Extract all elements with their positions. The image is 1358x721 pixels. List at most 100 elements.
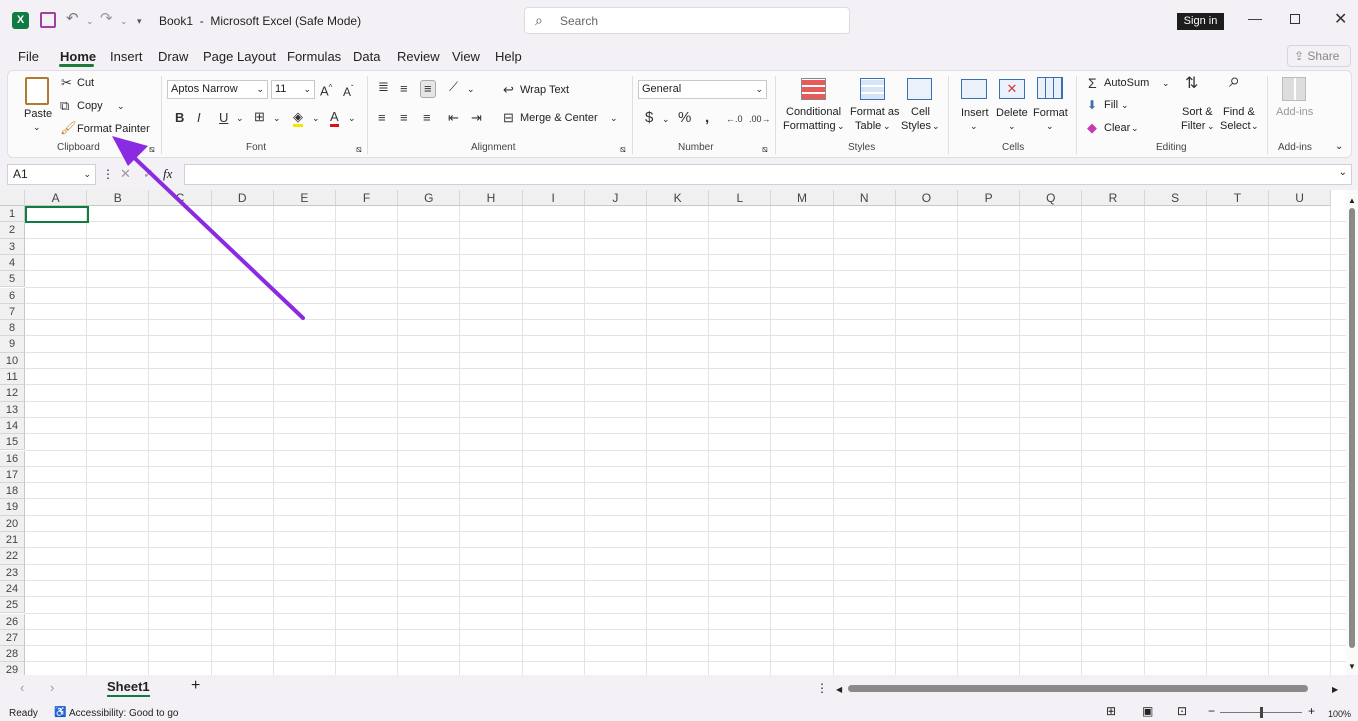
horizontal-scroll-thumb[interactable] — [848, 685, 1308, 692]
align-center-icon[interactable]: ≡ — [400, 111, 408, 125]
format-dropdown-icon[interactable]: ⌄ — [1046, 120, 1054, 133]
column-header-m[interactable]: M — [771, 190, 834, 206]
row-header-13[interactable]: 13 — [0, 401, 25, 418]
decrease-font-icon[interactable]: Aˇ — [343, 82, 354, 99]
row-header-6[interactable]: 6 — [0, 287, 25, 304]
fill-color-dropdown-icon[interactable]: ⌄ — [312, 112, 320, 125]
zoom-level[interactable]: 100% — [1328, 708, 1351, 721]
restore-icon[interactable] — [1290, 14, 1300, 24]
share-button[interactable]: ⇪ Share — [1287, 45, 1351, 67]
vertical-scrollbar[interactable]: ▲ ▼ — [1346, 190, 1358, 675]
tab-review[interactable]: Review — [397, 49, 440, 64]
column-header-u[interactable]: U — [1269, 190, 1332, 206]
row-header-18[interactable]: 18 — [0, 483, 25, 500]
number-launcher-icon[interactable]: ⧅ — [762, 143, 768, 156]
row-header-24[interactable]: 24 — [0, 580, 25, 598]
undo-dropdown-icon[interactable]: ⌄ — [86, 14, 94, 28]
sheet-tab-sheet1[interactable]: Sheet1 — [107, 680, 150, 697]
more-options-icon[interactable]: ⋮ — [102, 168, 114, 181]
paste-button[interactable]: Paste — [24, 108, 52, 121]
minimize-icon[interactable]: — — [1248, 10, 1262, 26]
sheet-options-icon[interactable]: ⋮ — [816, 682, 828, 695]
add-sheet-button[interactable]: + — [191, 678, 200, 694]
select-all-corner[interactable] — [0, 190, 25, 206]
zoom-in-icon[interactable]: + — [1308, 705, 1315, 718]
vertical-scroll-thumb[interactable] — [1349, 208, 1355, 648]
currency-dropdown-icon[interactable]: ⌄ — [662, 113, 670, 126]
redo-icon[interactable]: ↷ — [100, 11, 113, 26]
active-cell-a1[interactable] — [25, 206, 89, 223]
spreadsheet-grid[interactable]: A B C D E F G H I J K L M N O P Q R S T U 1 2 3 4 5 6 7 8 9 10 11 12 13 14… — [0, 190, 1346, 675]
row-header-28[interactable]: 28 — [0, 646, 25, 663]
clear-dropdown-icon[interactable]: ⌄ — [1131, 122, 1139, 135]
confirm-entry-icon[interactable]: ✓ — [143, 167, 154, 180]
row-header-25[interactable]: 25 — [0, 597, 25, 614]
zoom-slider[interactable] — [1220, 707, 1302, 718]
row-header-21[interactable]: 21 — [0, 532, 25, 549]
row-header-15[interactable]: 15 — [0, 434, 25, 451]
find-select-label-1[interactable]: Find & — [1223, 106, 1255, 119]
merge-dropdown-icon[interactable]: ⌄ — [610, 112, 618, 125]
scroll-right-icon[interactable]: ▶ — [1332, 683, 1338, 696]
cell-styles-label-2[interactable]: Styles — [901, 120, 931, 133]
autosum-button[interactable]: AutoSum — [1104, 77, 1149, 90]
scroll-down-icon[interactable]: ▼ — [1348, 662, 1356, 671]
fill-dropdown-icon[interactable]: ⌄ — [1121, 99, 1129, 112]
redo-dropdown-icon[interactable]: ⌄ — [120, 14, 128, 28]
insert-dropdown-icon[interactable]: ⌄ — [970, 120, 978, 133]
row-header-2[interactable]: 2 — [0, 222, 25, 239]
column-header-h[interactable]: H — [460, 190, 523, 206]
tab-formulas[interactable]: Formulas — [287, 49, 341, 64]
add-ins-button[interactable]: Add-ins — [1276, 106, 1313, 119]
insert-cells-button[interactable]: Insert — [961, 107, 989, 120]
align-left-icon[interactable]: ≡ — [378, 111, 386, 125]
column-header-c[interactable]: C — [149, 190, 212, 206]
row-header-26[interactable]: 26 — [0, 613, 25, 630]
italic-icon[interactable]: I — [197, 111, 201, 125]
copy-button[interactable]: Copy — [77, 100, 103, 113]
row-header-27[interactable]: 27 — [0, 629, 25, 647]
sign-in-button[interactable]: Sign in — [1177, 13, 1224, 30]
merge-center-button[interactable]: Merge & Center — [520, 112, 598, 125]
conditional-formatting-label-1[interactable]: Conditional — [786, 106, 841, 119]
column-header-b[interactable]: B — [87, 190, 150, 206]
row-header-29[interactable]: 29 — [0, 662, 25, 675]
save-icon[interactable] — [40, 12, 56, 28]
undo-icon[interactable]: ↶ — [66, 11, 79, 26]
orientation-dropdown-icon[interactable]: ⌄ — [467, 83, 475, 96]
column-header-q[interactable]: Q — [1020, 190, 1083, 206]
column-header-j[interactable]: J — [584, 190, 647, 206]
row-header-3[interactable]: 3 — [0, 238, 25, 255]
column-header-k[interactable]: K — [647, 190, 710, 206]
zoom-slider-thumb[interactable] — [1260, 707, 1263, 718]
alignment-launcher-icon[interactable]: ⧅ — [620, 143, 626, 156]
format-table-dropdown-icon[interactable]: ⌄ — [883, 120, 891, 133]
format-painter-button[interactable]: Format Painter — [77, 123, 150, 136]
row-header-16[interactable]: 16 — [0, 450, 25, 467]
autosum-dropdown-icon[interactable]: ⌄ — [1162, 77, 1170, 90]
column-header-a[interactable]: A — [25, 190, 88, 206]
cell-styles-dropdown-icon[interactable]: ⌄ — [932, 120, 940, 133]
increase-decimal-icon[interactable]: ←.0 — [726, 112, 743, 126]
accessibility-status[interactable]: Accessibility: Good to go — [69, 707, 179, 720]
bold-icon[interactable]: B — [175, 111, 184, 125]
conditional-formatting-label-2[interactable]: Formatting — [783, 120, 836, 133]
find-select-label-2[interactable]: Select — [1220, 120, 1251, 133]
row-header-19[interactable]: 19 — [0, 499, 25, 516]
increase-indent-icon[interactable]: ⇥ — [471, 111, 482, 125]
scroll-up-icon[interactable]: ▲ — [1348, 196, 1356, 205]
wrap-text-button[interactable]: Wrap Text — [520, 84, 569, 97]
orientation-icon[interactable]: ⟋ — [449, 80, 458, 94]
fill-color-icon[interactable]: ◈ — [293, 110, 303, 127]
row-header-7[interactable]: 7 — [0, 303, 25, 321]
row-header-20[interactable]: 20 — [0, 515, 25, 532]
tab-draw[interactable]: Draw — [158, 49, 188, 64]
column-header-r[interactable]: R — [1082, 190, 1145, 206]
sort-dropdown-icon[interactable]: ⌄ — [1207, 120, 1215, 133]
prev-sheet-icon[interactable]: ‹ — [20, 681, 24, 694]
row-header-8[interactable]: 8 — [0, 320, 25, 337]
tab-home[interactable]: Home — [60, 49, 96, 64]
number-format-dropdown[interactable]: General ⌄ — [638, 80, 767, 99]
insert-function-icon[interactable]: fx — [163, 167, 172, 180]
font-color-icon[interactable]: A — [330, 110, 339, 127]
